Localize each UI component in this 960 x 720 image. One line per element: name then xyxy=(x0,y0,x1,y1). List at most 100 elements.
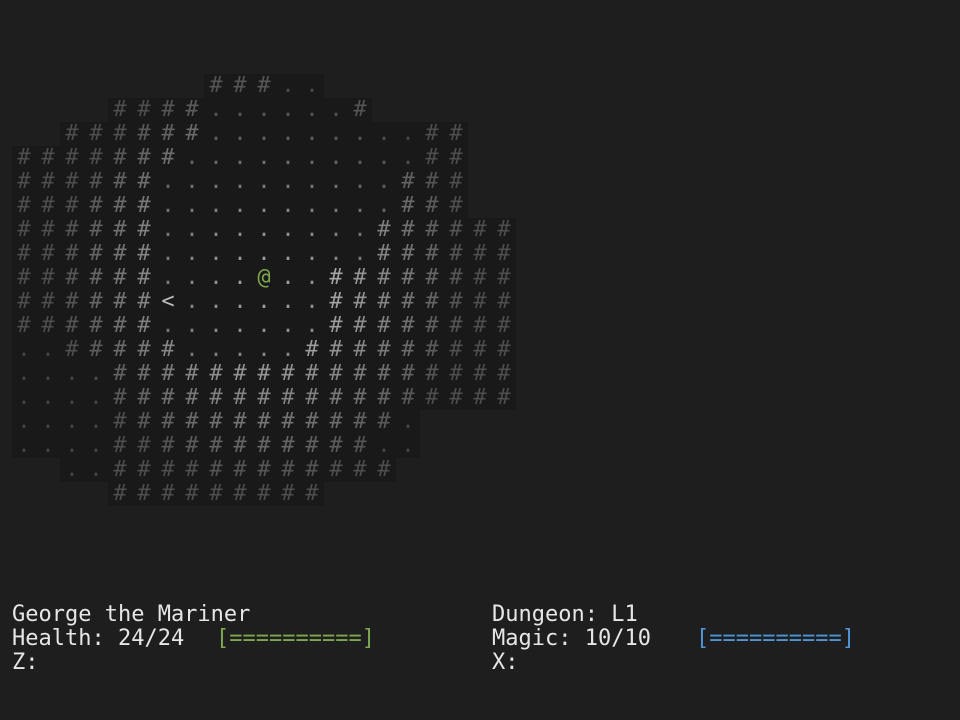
map-tile-wall: # xyxy=(420,362,444,386)
map-tile-wall: # xyxy=(324,458,348,482)
map-tile-wall: # xyxy=(420,194,444,218)
map-tile-floor: . xyxy=(396,410,420,434)
map-tile-floor: . xyxy=(204,170,228,194)
map-tile-floor: . xyxy=(276,194,300,218)
map-tile-wall: # xyxy=(60,194,84,218)
map-tile-wall: # xyxy=(84,122,108,146)
map-tile-wall: # xyxy=(228,386,252,410)
map-tile-wall: # xyxy=(36,266,60,290)
map-tile-floor: . xyxy=(300,74,324,98)
map-tile-wall: # xyxy=(252,74,276,98)
map-tile-wall: # xyxy=(444,266,468,290)
map-tile-floor: . xyxy=(204,290,228,314)
map-tile-floor: . xyxy=(252,290,276,314)
map-tile-floor: . xyxy=(84,386,108,410)
map-tile-wall: # xyxy=(204,74,228,98)
map-tile-wall: # xyxy=(108,146,132,170)
map-tile-wall: # xyxy=(180,386,204,410)
map-tile-wall: # xyxy=(108,314,132,338)
map-tile-wall: # xyxy=(156,482,180,506)
map-tile-wall: # xyxy=(396,266,420,290)
map-tile-floor: . xyxy=(324,194,348,218)
character-name: George the Mariner xyxy=(12,602,251,627)
map-tile-wall: # xyxy=(36,314,60,338)
map-tile-wall: # xyxy=(84,266,108,290)
map-tile-wall: # xyxy=(444,146,468,170)
map-tile-floor: . xyxy=(276,170,300,194)
map-tile-wall: # xyxy=(60,218,84,242)
map-tile-wall: # xyxy=(372,218,396,242)
map-tile-wall: # xyxy=(468,362,492,386)
map-tile-wall: # xyxy=(156,410,180,434)
map-tile-floor: . xyxy=(12,362,36,386)
map-tile-wall: # xyxy=(108,266,132,290)
map-tile-wall: # xyxy=(300,362,324,386)
map-tile-wall: # xyxy=(324,386,348,410)
map-tile-wall: # xyxy=(492,290,516,314)
map-tile-wall: # xyxy=(60,314,84,338)
map-tile-wall: # xyxy=(228,74,252,98)
map-tile-floor: . xyxy=(36,362,60,386)
map-tile-wall: # xyxy=(252,386,276,410)
map-tile-floor: . xyxy=(228,122,252,146)
map-tile-wall: # xyxy=(324,338,348,362)
map-tile-wall: # xyxy=(84,146,108,170)
map-tile-floor: . xyxy=(324,170,348,194)
map-tile-floor: . xyxy=(180,266,204,290)
map-tile-wall: # xyxy=(396,338,420,362)
map-tile-wall: # xyxy=(492,242,516,266)
map-tile-floor: . xyxy=(348,146,372,170)
map-tile-floor: . xyxy=(372,194,396,218)
map-tile-floor: . xyxy=(204,194,228,218)
map-tile-floor: . xyxy=(156,170,180,194)
map-tile-floor: . xyxy=(300,170,324,194)
map-tile-wall: # xyxy=(156,434,180,458)
map-tile-floor: . xyxy=(252,170,276,194)
health-readout: Health: 24/24 xyxy=(12,626,185,651)
map-tile-wall: # xyxy=(396,170,420,194)
map-tile-wall: # xyxy=(252,458,276,482)
map-tile-floor: . xyxy=(300,146,324,170)
map-tile-wall: # xyxy=(108,242,132,266)
map-tile-wall: # xyxy=(132,338,156,362)
map-tile-wall: # xyxy=(60,290,84,314)
map-tile-floor: . xyxy=(372,122,396,146)
map-tile-floor: . xyxy=(252,122,276,146)
map-tile-floor: . xyxy=(60,434,84,458)
map-tile-wall: # xyxy=(108,218,132,242)
map-tile-wall: # xyxy=(36,194,60,218)
map-tile-wall: # xyxy=(84,218,108,242)
map-tile-wall: # xyxy=(348,266,372,290)
map-tile-wall: # xyxy=(108,386,132,410)
map-tile-wall: # xyxy=(108,362,132,386)
map-tile-wall: # xyxy=(348,410,372,434)
map-tile-wall: # xyxy=(468,242,492,266)
map-tile-wall: # xyxy=(132,458,156,482)
map-tile-wall: # xyxy=(132,290,156,314)
map-tile-wall: # xyxy=(300,458,324,482)
map-tile-floor: . xyxy=(276,266,300,290)
map-tile-wall: # xyxy=(420,122,444,146)
map-tile-wall: # xyxy=(12,218,36,242)
map-tile-wall: # xyxy=(180,98,204,122)
map-tile-wall: # xyxy=(108,482,132,506)
map-tile-wall: # xyxy=(468,218,492,242)
map-tile-wall: # xyxy=(420,314,444,338)
map-tile-wall: # xyxy=(60,170,84,194)
map-tile-floor: . xyxy=(156,218,180,242)
map-tile-wall: # xyxy=(348,458,372,482)
map-tile-wall: # xyxy=(132,98,156,122)
map-tile-wall: # xyxy=(420,218,444,242)
map-tile-wall: # xyxy=(108,338,132,362)
map-tile-floor: . xyxy=(180,218,204,242)
map-tile-wall: # xyxy=(180,434,204,458)
map-tile-floor: . xyxy=(228,338,252,362)
map-tile-floor: . xyxy=(36,410,60,434)
map-tile-wall: # xyxy=(156,98,180,122)
map-tile-wall: # xyxy=(204,386,228,410)
map-tile-wall: # xyxy=(180,482,204,506)
map-tile-wall: # xyxy=(396,290,420,314)
map-tile-wall: # xyxy=(348,362,372,386)
map-tile-wall: # xyxy=(252,434,276,458)
map-tile-floor: . xyxy=(204,218,228,242)
